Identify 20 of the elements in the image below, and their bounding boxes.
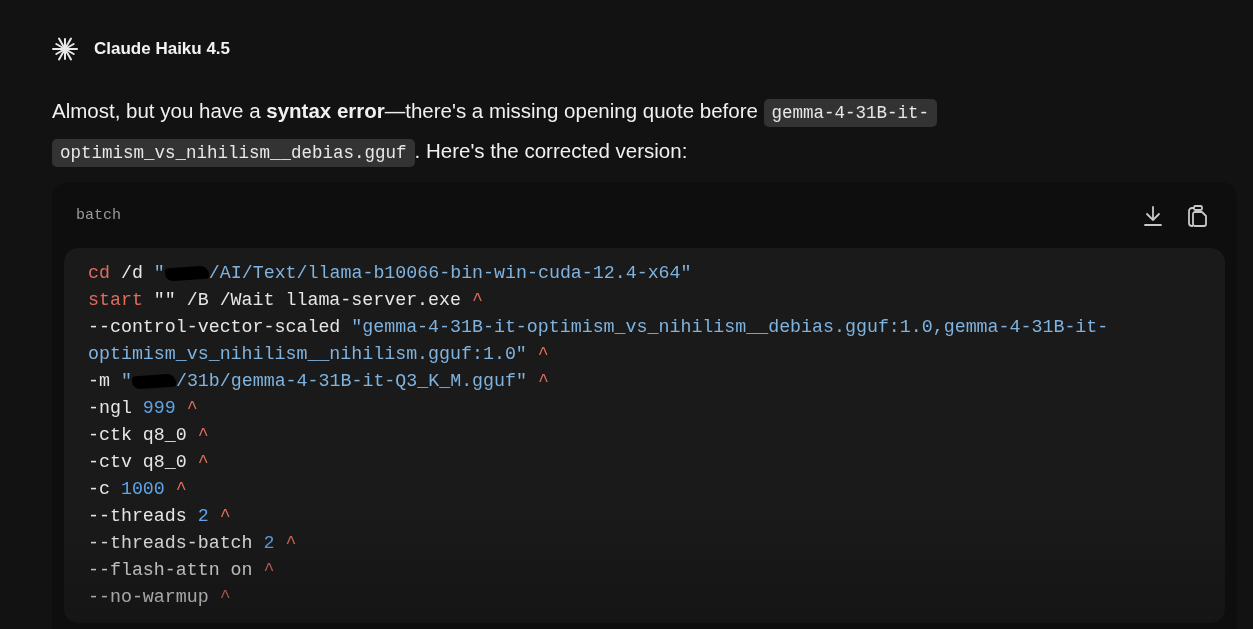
code-line: --control-vector-scaled "gemma-4-31B-it-optimism_vs_nihilism__debias.gguf:1.0,gemma-4-31B-it- [88, 316, 1110, 339]
code-line: --no-warmup ^ [88, 586, 232, 609]
code-line: --threads 2 ^ [88, 505, 232, 528]
code-line: optimism_vs_nihilism__nihilism.gguf:1.0" ^ [88, 343, 550, 366]
code-line: -m " /31b/gemma-4-31B-it-Q3_K_M.gguf" ^ [88, 370, 550, 393]
download-icon [1143, 205, 1163, 227]
code-line: start "" /B /Wait llama-server.exe ^ [88, 289, 484, 312]
code-line: -ctv q8_0 ^ [88, 451, 210, 474]
code-line: --threads-batch 2 ^ [88, 532, 298, 555]
redaction-mark [164, 265, 210, 282]
code-line: --flash-attn on ^ [88, 559, 276, 582]
code-line: -ctk q8_0 ^ [88, 424, 210, 447]
language-label: batch [76, 205, 121, 226]
code-line: -c 1000 ^ [88, 478, 188, 501]
code-line: -ngl 999 ^ [88, 397, 199, 420]
model-name: Claude Haiku 4.5 [94, 38, 231, 61]
redaction-mark [131, 373, 177, 390]
code-line: cd /d " /AI/Text/llama-b10066-bin-win-cuda-12.4-x64" [88, 262, 693, 285]
sparkle-icon [52, 36, 78, 62]
copy-icon [1187, 204, 1209, 228]
